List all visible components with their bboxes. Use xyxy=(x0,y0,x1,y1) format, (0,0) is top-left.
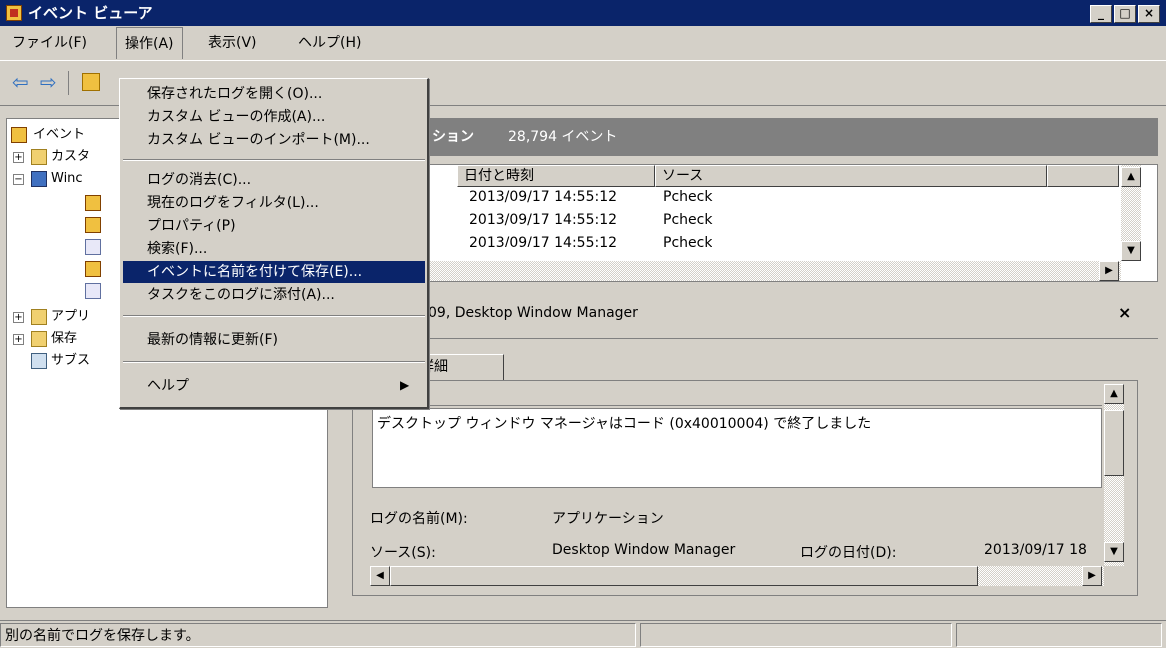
log-icon xyxy=(85,239,101,255)
log-icon xyxy=(85,283,101,299)
window-title: イベント ビューア xyxy=(28,4,153,22)
menu-separator xyxy=(123,361,425,363)
logged-label: ログの日付(D): xyxy=(800,545,897,561)
logged-value: 2013/09/17 18 xyxy=(984,542,1087,558)
menu-clear-log[interactable]: ログの消去(C)... xyxy=(123,169,425,191)
status-bar: 別の名前でログを保存します。 xyxy=(0,620,1166,648)
scroll-up-icon[interactable]: ▲ xyxy=(1104,384,1124,404)
scroll-down-icon[interactable]: ▼ xyxy=(1104,542,1124,562)
event-list: 日付と時刻 ソース 2013/09/17 14:55:12 Pcheck 201… xyxy=(336,164,1158,282)
menu-action[interactable]: 操作(A) xyxy=(116,27,183,59)
menu-find[interactable]: 検索(F)... xyxy=(123,238,425,260)
description-box: デスクトップ ウィンドウ マネージャはコード (0x40010004) で終了し… xyxy=(372,408,1102,488)
column-header-blank[interactable] xyxy=(1047,165,1119,187)
forward-arrow-icon[interactable]: ⇨ xyxy=(40,69,57,95)
event-list-hscroll[interactable] xyxy=(337,261,1121,281)
minimize-button[interactable]: _ xyxy=(1090,5,1112,23)
menu-help[interactable]: ヘルプ xyxy=(123,375,425,397)
folder-up-icon[interactable] xyxy=(82,73,100,91)
folder-icon xyxy=(31,149,47,165)
log-icon xyxy=(85,261,101,277)
scroll-right-icon[interactable]: ▶ xyxy=(1082,566,1102,586)
log-header-bar: ション 28,794 イベント xyxy=(336,118,1158,156)
menu-separator xyxy=(123,159,425,161)
close-button[interactable]: × xyxy=(1138,5,1160,23)
log-name-label: ログの名前(M): xyxy=(370,511,468,527)
event-viewer-icon xyxy=(6,5,22,21)
log-icon xyxy=(85,195,101,211)
scroll-down-icon[interactable]: ▼ xyxy=(1121,241,1141,261)
menu-open-saved-log[interactable]: 保存されたログを開く(O)... xyxy=(123,83,425,105)
log-name: ション xyxy=(432,129,474,145)
event-count: 28,794 イベント xyxy=(508,129,618,145)
folder-icon xyxy=(31,309,47,325)
title-bar: イベント ビューア xyxy=(0,0,1166,26)
source-label: ソース(S): xyxy=(370,545,436,561)
maximize-button[interactable]: □ xyxy=(1114,5,1136,23)
scroll-thumb[interactable] xyxy=(1104,410,1124,476)
menu-attach-task[interactable]: タスクをこのログに添付(A)... xyxy=(123,284,425,306)
scroll-up-icon[interactable]: ▲ xyxy=(1121,167,1141,187)
menu-filter-log[interactable]: 現在のログをフィルタ(L)... xyxy=(123,192,425,214)
event-date[interactable]: 2013/09/17 14:55:12 xyxy=(469,187,617,208)
action-menu: 保存されたログを開く(O)... カスタム ビューの作成(A)... カスタム … xyxy=(119,78,429,409)
submenu-arrow-icon: ▶ xyxy=(400,378,410,392)
status-text: 別の名前でログを保存します。 xyxy=(0,623,636,647)
toolbar-separator xyxy=(68,71,69,95)
log-name-value: アプリケーション xyxy=(552,511,664,527)
back-arrow-icon[interactable]: ⇦ xyxy=(12,69,29,95)
event-source[interactable]: Pcheck xyxy=(663,233,712,247)
status-pane xyxy=(640,623,952,647)
source-value: Desktop Window Manager xyxy=(552,542,736,558)
collapse-icon[interactable]: − xyxy=(13,174,24,185)
column-header-source[interactable]: ソース xyxy=(655,165,1047,187)
tab-details[interactable]: 詳細 xyxy=(416,354,504,380)
divider xyxy=(336,338,1158,339)
event-detail-title: 09, Desktop Window Manager xyxy=(428,305,638,321)
event-source[interactable]: Pcheck xyxy=(663,210,712,231)
menu-separator xyxy=(123,315,425,317)
expand-icon[interactable]: + xyxy=(13,334,24,345)
scroll-right-icon[interactable]: ▶ xyxy=(1099,261,1119,281)
event-viewer-node-icon xyxy=(11,127,27,143)
menu-help[interactable]: ヘルプ(H) xyxy=(290,27,369,59)
menu-save-events-as[interactable]: イベントに名前を付けて保存(E)... xyxy=(123,261,425,283)
event-date[interactable]: 2013/09/17 14:55:12 xyxy=(469,233,617,247)
close-detail-icon[interactable]: × xyxy=(1118,296,1131,330)
event-source[interactable]: Pcheck xyxy=(663,187,712,208)
subscriptions-icon xyxy=(31,353,47,369)
menu-create-custom-view[interactable]: カスタム ビューの作成(A)... xyxy=(123,106,425,128)
menu-bar: ファイル(F) 操作(A) 表示(V) ヘルプ(H) xyxy=(0,27,1166,59)
expand-icon[interactable]: + xyxy=(13,312,24,323)
detail-top-strip xyxy=(372,390,1102,406)
column-header-date[interactable]: 日付と時刻 xyxy=(457,165,655,187)
detail-tabs: 詳細 xyxy=(352,352,1152,380)
folder-icon xyxy=(31,331,47,347)
menu-properties[interactable]: プロパティ(P) xyxy=(123,215,425,237)
scroll-left-icon[interactable]: ◀ xyxy=(370,566,390,586)
log-icon xyxy=(85,217,101,233)
event-description: デスクトップ ウィンドウ マネージャはコード (0x40010004) で終了し… xyxy=(377,416,872,432)
expand-icon[interactable]: + xyxy=(13,152,24,163)
menu-import-custom-view[interactable]: カスタム ビューのインポート(M)... xyxy=(123,129,425,151)
event-detail-title-bar: 09, Desktop Window Manager × xyxy=(336,296,1158,330)
menu-view[interactable]: 表示(V) xyxy=(200,27,265,59)
event-date[interactable]: 2013/09/17 14:55:12 xyxy=(469,210,617,231)
status-pane xyxy=(956,623,1162,647)
menu-file[interactable]: ファイル(F) xyxy=(4,27,95,59)
scroll-thumb[interactable] xyxy=(390,566,978,586)
windows-logs-icon xyxy=(31,171,47,187)
menu-refresh[interactable]: 最新の情報に更新(F) xyxy=(123,329,425,351)
